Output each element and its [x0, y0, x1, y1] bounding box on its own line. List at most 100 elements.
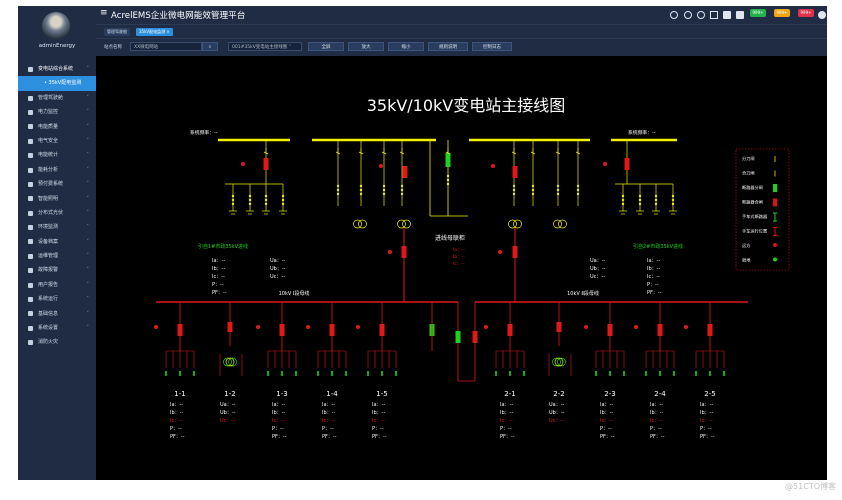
ct-symbol — [576, 184, 580, 188]
ct-symbol — [654, 194, 658, 198]
feeder-breaker — [379, 324, 385, 336]
breaker-closed — [402, 166, 408, 178]
feeder-reading: Ic：-- — [600, 418, 613, 424]
feeder-reading: PF：-- — [272, 434, 287, 440]
feeder-reading: Ub：-- — [220, 410, 236, 416]
feeder-reading: PF：-- — [600, 434, 615, 440]
feeder-breaker — [607, 324, 613, 336]
feeder-reading: Ic：-- — [322, 418, 335, 424]
incoming-left-label: 引自1#市政35kV进线 — [198, 243, 248, 250]
diagram-title: 35kV/10kV变电站主接线图 — [367, 96, 566, 115]
legend-item-label: 断路器分闸 — [742, 184, 763, 191]
feeder-reading: Uc：-- — [220, 418, 235, 424]
feeder-reading: Ic：-- — [170, 418, 183, 424]
feeder-reading: P：-- — [650, 426, 662, 432]
ct-symbol — [336, 184, 340, 188]
legend-symbol — [773, 184, 777, 192]
ct-symbol — [576, 188, 580, 192]
feeder-reading: P：-- — [500, 426, 512, 432]
feeder-reading: Ib：-- — [700, 410, 713, 416]
ct-symbol — [556, 184, 560, 188]
feeder-reading: Ib：-- — [500, 410, 513, 416]
feeder-ground — [609, 371, 611, 376]
feeder-label-2-4: 2-4 — [654, 390, 666, 398]
feeder-reading: P：-- — [372, 426, 384, 432]
feeder-ground — [509, 371, 511, 376]
feeder-breaker — [329, 324, 335, 336]
feeder-ground — [495, 371, 497, 376]
feeder-reading: Ib：-- — [170, 410, 183, 416]
feeder-label-1-3: 1-3 — [276, 390, 287, 398]
ct-symbol — [281, 198, 285, 202]
ct-symbol — [531, 188, 535, 192]
ct-symbol — [336, 192, 340, 196]
breaker-closed — [401, 246, 407, 258]
breaker-closed — [512, 166, 518, 178]
pt-transformer — [353, 219, 362, 229]
legend-item-label: 手车式断路器 — [742, 213, 768, 220]
feeder-ground — [331, 371, 333, 376]
remote-indicator — [603, 162, 607, 166]
feeder-ground — [295, 371, 297, 376]
incoming-right-label: 引自2#市政35kV进线 — [633, 243, 683, 250]
feeder-breaker — [279, 324, 285, 336]
feeder-reading: PF：-- — [372, 434, 387, 440]
feeder-reading: Ia：-- — [272, 402, 285, 408]
feeder-reading: PF：-- — [322, 434, 337, 440]
feeder-reading: P：-- — [700, 426, 712, 432]
remote-indicator — [498, 250, 502, 254]
feeder-reading: P：-- — [600, 426, 612, 432]
feeder-ground — [659, 371, 661, 376]
ct-symbol — [400, 184, 404, 188]
remote-indicator — [634, 325, 638, 329]
remote-indicator — [241, 162, 245, 166]
ct-symbol — [638, 202, 642, 206]
feeder-label-2-3: 2-3 — [604, 390, 615, 398]
tie-breaker-open — [445, 153, 451, 167]
feeder-ground — [381, 371, 383, 376]
ct-symbol — [638, 194, 642, 198]
freq-left: 系统频率：-- — [190, 129, 218, 136]
incoming-right-reading: P：-- — [647, 282, 659, 288]
feeder-reading: Ib：-- — [322, 410, 335, 416]
legend-box — [735, 148, 790, 271]
ct-symbol — [638, 198, 642, 202]
freq-right: 系统频率：-- — [628, 129, 656, 136]
legend-item-label: 分刀闸 — [742, 155, 755, 162]
single-line-diagram: 35kV/10kV变电站主接线图系统频率：-- 系统频率：-- 进线母联柜 Ia：--… — [154, 96, 790, 440]
coupler-breaker-closed — [472, 331, 478, 343]
ct-symbol — [512, 188, 516, 192]
feeder-reading: PF：-- — [170, 434, 185, 440]
feeder-ground — [695, 371, 697, 376]
legend-item-label: 断路器合闸 — [742, 199, 763, 206]
ct-symbol — [231, 194, 235, 198]
ct-symbol — [382, 184, 386, 188]
tie-reading: Ia：-- — [453, 247, 465, 253]
tie-reading: Ib：-- — [453, 254, 465, 260]
legend-symbol — [773, 198, 777, 207]
breaker-closed-incoming-right — [624, 158, 630, 170]
ct-symbol — [576, 192, 580, 196]
feeder-ground — [267, 371, 269, 376]
app-window: adminEnergy 变电站综合系统 ˄ • 35kV配电监测 管理驾驶舱 ˅ 电力监控… — [18, 6, 827, 480]
feeder-ground — [345, 371, 347, 376]
feeder-reading: Ia：-- — [500, 402, 513, 408]
ct-symbol — [359, 192, 363, 196]
incoming-left-reading: P：-- — [212, 282, 224, 288]
remote-indicator — [356, 325, 360, 329]
legend-item-label: 手车运行位置 — [742, 228, 767, 235]
incoming-right-voltage: Ua：-- — [590, 258, 606, 264]
ct-symbol — [531, 192, 535, 196]
feeder-reading: Ic：-- — [650, 418, 663, 424]
feeder-breaker — [657, 324, 663, 336]
legend-item-label: 就地 — [742, 257, 751, 264]
remote-indicator — [306, 325, 310, 329]
ct-symbol — [400, 192, 404, 196]
feeder-label-2-1: 2-1 — [504, 390, 515, 398]
ct-symbol — [359, 184, 363, 188]
ct-symbol — [446, 182, 450, 186]
ct-symbol — [446, 174, 450, 178]
ct-symbol — [264, 194, 268, 198]
feeder-label-1-4: 1-4 — [326, 390, 338, 398]
pt-transformer — [358, 219, 367, 229]
